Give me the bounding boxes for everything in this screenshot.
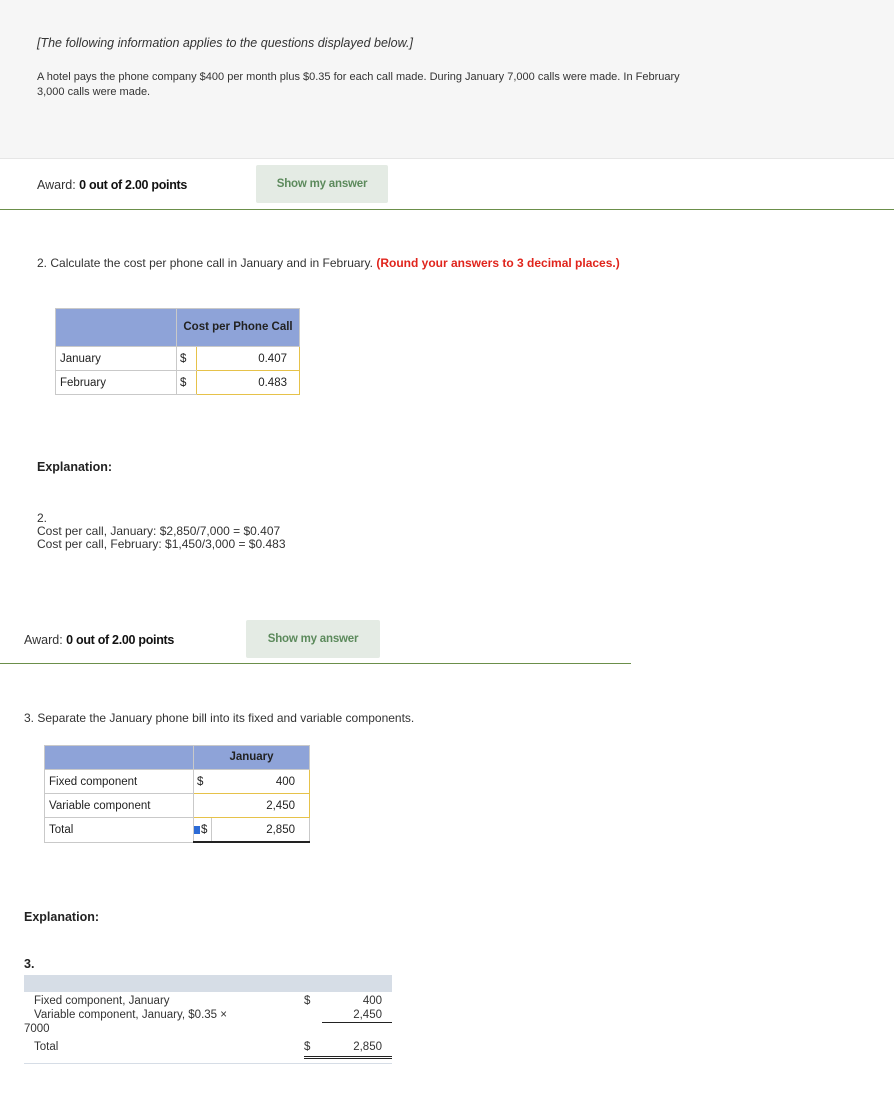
explanation-q2: 2. Cost per call, January: $2,850/7,000 … [37, 511, 286, 551]
section-divider [0, 209, 894, 210]
award-score: 0 out of 2.00 points [66, 633, 175, 647]
explanation-row: Total $ 2,850 [24, 1037, 392, 1059]
award-score: 0 out of 2.00 points [79, 178, 188, 192]
question-3-text: Separate the January phone bill into its… [37, 711, 415, 725]
variable-component-input[interactable]: 2,450 [211, 793, 310, 818]
explanation-row: Fixed component, January $ 400 [34, 995, 382, 1007]
input-marker-icon [194, 825, 200, 834]
bill-components-table: January Fixed component $ 400 Variable c… [44, 745, 310, 843]
currency-symbol: $ [176, 370, 197, 395]
info-text: A hotel pays the phone company $400 per … [37, 71, 680, 98]
award-row-q3: Award: 0 out of 2.00 points [24, 633, 174, 647]
row-label-variable: Variable component [44, 793, 194, 818]
january-cost-input[interactable]: 0.407 [196, 346, 300, 371]
explanation-title: Explanation: [24, 910, 100, 924]
fixed-component-input[interactable]: 400 [211, 769, 310, 794]
column-header-cost-per-call: Cost per Phone Call [176, 308, 300, 347]
question-2-instruction: (Round your answers to 3 decimal places.… [376, 256, 620, 270]
explanation-number: 3. [24, 957, 35, 971]
explanation-line: Cost per call, February: $1,450/3,000 = … [37, 537, 286, 551]
award-row-q2: Award: 0 out of 2.00 points [37, 178, 187, 192]
row-label-total: Total [44, 817, 194, 843]
currency-symbol: $ [193, 769, 211, 794]
currency-symbol [193, 793, 211, 818]
award-label: Award: 0 out of 2.00 points [24, 633, 175, 647]
info-panel: [The following information applies to th… [0, 0, 894, 159]
currency-symbol: $ [201, 823, 208, 836]
column-header-january: January [193, 745, 310, 770]
total-value: 2,850 [210, 817, 310, 843]
explanation-title: Explanation: [37, 460, 113, 474]
info-note: [The following information applies to th… [37, 36, 413, 50]
cost-per-call-table: Cost per Phone Call January $ 0.407 Febr… [55, 308, 300, 395]
question-2: 2. Calculate the cost per phone call in … [37, 256, 620, 270]
row-label-february: February [55, 370, 177, 395]
row-label-fixed: Fixed component [44, 769, 194, 794]
show-answer-button[interactable]: Show my answer [246, 620, 380, 658]
explanation-q3-table: Fixed component, January $ 400 Variable … [24, 975, 392, 1064]
show-answer-button[interactable]: Show my answer [256, 165, 388, 203]
currency-symbol: $ [176, 346, 197, 371]
explanation-row: Variable component, January, $0.35 × 700… [24, 1009, 392, 1037]
row-label-january: January [55, 346, 177, 371]
award-label: Award: 0 out of 2.00 points [37, 178, 188, 192]
question-2-text: Calculate the cost per phone call in Jan… [50, 256, 377, 270]
question-3: 3. Separate the January phone bill into … [24, 711, 415, 725]
february-cost-input[interactable]: 0.483 [196, 370, 300, 395]
section-divider [0, 663, 631, 664]
